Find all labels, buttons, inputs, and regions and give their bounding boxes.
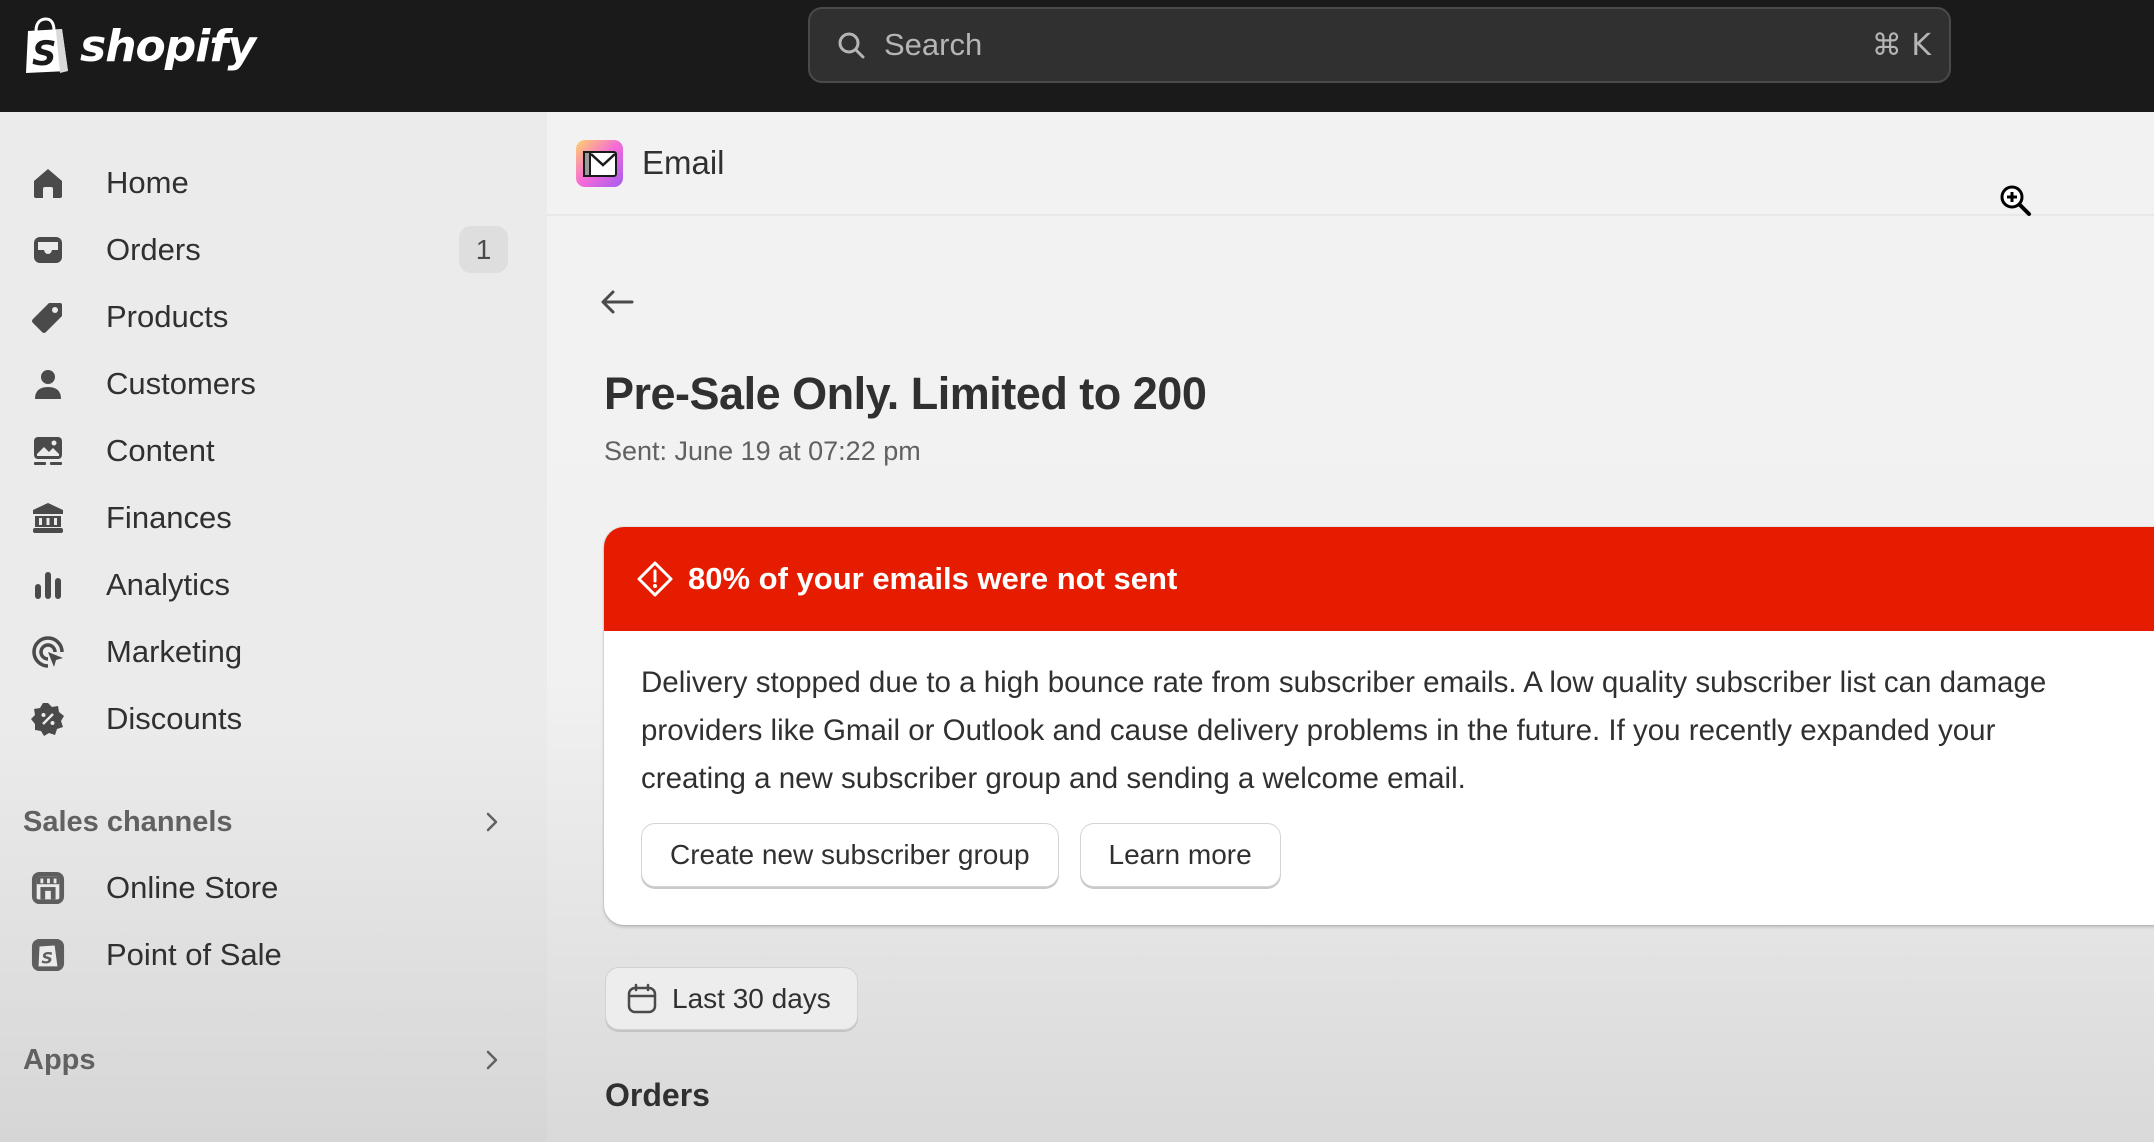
sidebar-item-label: Home bbox=[106, 165, 189, 200]
image-icon bbox=[30, 433, 66, 469]
chevron-right-icon bbox=[486, 1050, 498, 1070]
search-bar[interactable]: ⌘ K bbox=[808, 7, 1951, 83]
sidebar-item-label: Customers bbox=[106, 366, 256, 401]
orders-heading: Orders bbox=[605, 1077, 710, 1113]
sales-channels-label: Sales channels bbox=[23, 805, 233, 838]
sidebar-item-label: Orders bbox=[106, 232, 201, 267]
sales-channels-header[interactable]: Sales channels bbox=[23, 797, 503, 847]
store-icon bbox=[30, 870, 66, 906]
date-range-button[interactable]: Last 30 days bbox=[605, 967, 858, 1030]
sidebar-item-home[interactable]: Home bbox=[14, 154, 514, 212]
bar-chart-icon bbox=[30, 567, 66, 603]
sidebar-item-online-store[interactable]: Online Store bbox=[14, 859, 514, 917]
chevron-right-icon bbox=[486, 812, 498, 832]
apps-header[interactable]: Apps bbox=[23, 1035, 503, 1085]
learn-more-button[interactable]: Learn more bbox=[1079, 823, 1281, 887]
banner-message-line: creating a new subscriber group and send… bbox=[641, 762, 1466, 795]
search-icon bbox=[838, 32, 865, 59]
date-range-label: Last 30 days bbox=[672, 982, 831, 1014]
arrow-left-icon bbox=[601, 290, 634, 314]
search-input[interactable] bbox=[884, 27, 1872, 63]
sidebar-item-point-of-sale[interactable]: S Point of Sale bbox=[14, 926, 514, 984]
main-content: Email Pre-Sale Only. Limited to 200 Sent… bbox=[547, 112, 2154, 1142]
sidebar-item-label: Marketing bbox=[106, 634, 243, 669]
banner-header: 80% of your emails were not sent bbox=[604, 527, 2154, 631]
create-subscriber-group-button[interactable]: Create new subscriber group bbox=[641, 823, 1059, 887]
svg-text:S: S bbox=[41, 949, 53, 968]
discount-icon bbox=[30, 701, 66, 737]
app-header: Email bbox=[547, 112, 2154, 216]
sidebar-item-label: Products bbox=[106, 299, 229, 334]
target-icon bbox=[30, 634, 66, 670]
search-shortcut: ⌘ K bbox=[1871, 27, 1931, 63]
alert-diamond-icon bbox=[637, 561, 673, 597]
sidebar-item-label: Point of Sale bbox=[106, 937, 282, 972]
sidebar-item-finances[interactable]: Finances bbox=[14, 489, 514, 547]
email-app-icon bbox=[576, 140, 623, 187]
sidebar-item-marketing[interactable]: Marketing bbox=[14, 623, 514, 681]
svg-text:S: S bbox=[32, 34, 57, 74]
page-title: Pre-Sale Only. Limited to 200 bbox=[604, 368, 1207, 419]
banner-message: Delivery stopped due to a high bounce ra… bbox=[604, 631, 2154, 803]
sidebar-item-products[interactable]: Products bbox=[14, 288, 514, 346]
inbox-icon bbox=[30, 232, 66, 268]
sidebar-item-label: Online Store bbox=[106, 870, 279, 905]
person-icon bbox=[30, 366, 66, 402]
brand-name: shopify bbox=[80, 20, 256, 72]
banner-message-line: Delivery stopped due to a high bounce ra… bbox=[641, 666, 2047, 699]
banner-actions: Create new subscriber group Learn more bbox=[641, 823, 1281, 887]
sidebar-item-label: Finances bbox=[106, 500, 232, 535]
sidebar-item-content[interactable]: Content bbox=[14, 422, 514, 480]
banner-title: 80% of your emails were not sent bbox=[688, 561, 1178, 596]
sent-timestamp: Sent: June 19 at 07:22 pm bbox=[604, 436, 921, 466]
sidebar-item-label: Analytics bbox=[106, 567, 231, 602]
calendar-icon bbox=[627, 983, 657, 1013]
error-banner: 80% of your emails were not sent Deliver… bbox=[604, 527, 2154, 925]
bank-icon bbox=[30, 500, 66, 536]
top-bar: S shopify ⌘ K bbox=[0, 0, 2154, 112]
sidebar-item-customers[interactable]: Customers bbox=[14, 355, 514, 413]
sidebar-item-discounts[interactable]: Discounts bbox=[14, 690, 514, 748]
orders-count-badge: 1 bbox=[459, 226, 508, 273]
sidebar-item-label: Content bbox=[106, 433, 215, 468]
app-title: Email bbox=[642, 144, 725, 181]
tag-icon bbox=[30, 299, 66, 335]
sidebar-item-analytics[interactable]: Analytics bbox=[14, 556, 514, 614]
home-icon bbox=[30, 165, 66, 201]
shopify-logo[interactable]: S shopify bbox=[22, 16, 256, 76]
pos-icon: S bbox=[30, 937, 66, 973]
sidebar-item-orders[interactable]: Orders 1 bbox=[14, 221, 514, 279]
sidebar-item-label: Discounts bbox=[106, 701, 243, 736]
zoom-cursor-icon bbox=[2000, 185, 2031, 216]
banner-message-line: providers like Gmail or Outlook and caus… bbox=[641, 714, 1996, 747]
shopify-bag-icon: S bbox=[26, 17, 68, 74]
back-button[interactable] bbox=[597, 284, 637, 320]
sidebar: Home Orders 1 Products Customers Content… bbox=[0, 112, 547, 1142]
apps-label: Apps bbox=[23, 1043, 96, 1076]
